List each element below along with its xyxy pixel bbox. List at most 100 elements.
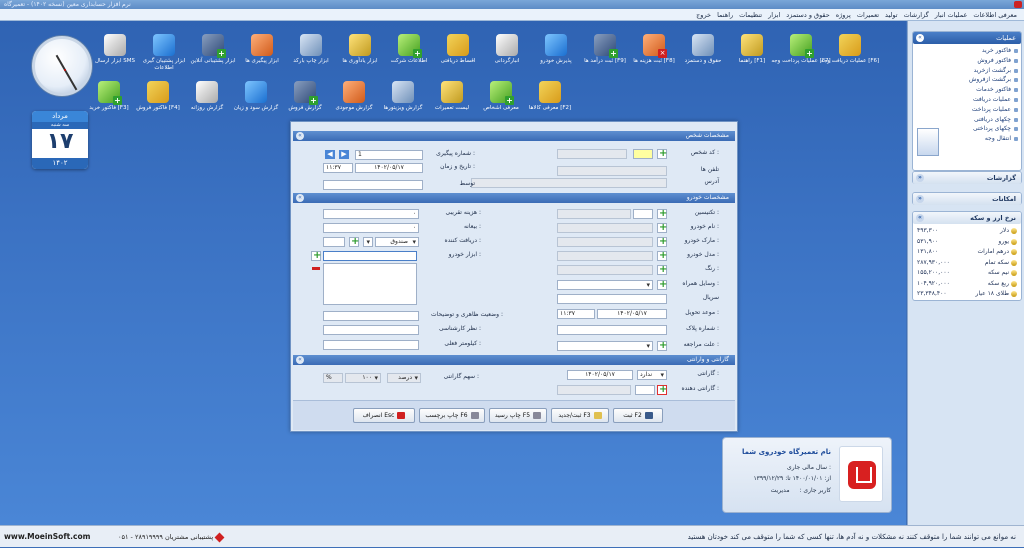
add-reason-button[interactable]: [657, 340, 667, 352]
share-type-dropdown[interactable]: درصد: [387, 373, 421, 383]
add-color-button[interactable]: [657, 264, 667, 276]
save-new-icon: [593, 412, 602, 419]
arrow-left-icon[interactable]: ◀: [325, 150, 335, 159]
delivery-date-input[interactable]: ۱۴۰۲/۰۵/۱۷: [597, 309, 667, 319]
save-new-button[interactable]: ثبت/جدید F3: [551, 408, 609, 423]
serial-input[interactable]: [557, 294, 667, 304]
add-car-name-button[interactable]: [657, 222, 667, 234]
toolbar-button[interactable]: ابزار ارسال SMS: [85, 34, 145, 65]
by-input[interactable]: [323, 180, 423, 190]
print-label-button[interactable]: چاپ برچسب F6: [419, 408, 485, 423]
document-icon: [917, 128, 939, 156]
add-car-brand-button[interactable]: [657, 236, 667, 248]
collapse-icon[interactable]: «: [916, 214, 924, 222]
cancel-button[interactable]: انصراف Esc: [353, 408, 415, 423]
menu-item[interactable]: راهنما: [714, 9, 736, 21]
remove-tool-icon[interactable]: [312, 267, 320, 270]
operation-link[interactable]: برگشت ازخرید: [913, 66, 1021, 76]
warranty-date-input[interactable]: ۱۴۰۲/۰۵/۱۷: [567, 370, 633, 380]
visitors-report-icon: [392, 81, 414, 103]
share-value-input[interactable]: ۱۰۰: [345, 373, 381, 383]
collapse-icon[interactable]: «: [296, 194, 304, 202]
menu-item[interactable]: خروج: [693, 9, 714, 21]
technician-code[interactable]: [633, 209, 653, 219]
tracking-no-input[interactable]: 1: [355, 150, 423, 160]
person-code-field[interactable]: [557, 149, 627, 159]
operation-link[interactable]: فاکتور خرید: [913, 46, 1021, 56]
operation-link[interactable]: فاکتور فروش: [913, 56, 1021, 66]
menu-item[interactable]: تنظیمات: [736, 9, 765, 21]
sms-icon: [104, 34, 126, 56]
expert-opinion-input[interactable]: [323, 325, 419, 335]
expand-icon[interactable]: »: [916, 174, 924, 182]
operation-link[interactable]: چکهای دریافتی: [913, 115, 1021, 125]
menu-item[interactable]: حقوق و دستمزد: [783, 9, 833, 21]
print-receipt-button[interactable]: چاپ رسید F5: [489, 408, 547, 423]
warranty-group-header[interactable]: « گارانتی و وارانتی: [293, 355, 735, 365]
operation-link[interactable]: برگشت ازفروش: [913, 75, 1021, 85]
person-code-input[interactable]: [633, 149, 653, 159]
approx-cost-input[interactable]: ۰: [323, 209, 419, 219]
reports-header[interactable]: » گزارشات: [913, 172, 1021, 184]
reason-dropdown[interactable]: [557, 341, 653, 351]
coin-icon: [1011, 280, 1017, 287]
add-tool-button[interactable]: [311, 250, 321, 262]
menu-item[interactable]: ابزار: [765, 9, 783, 21]
expand-icon[interactable]: »: [916, 195, 924, 203]
car-tools-input[interactable]: [323, 251, 417, 261]
operation-link[interactable]: عملیات دریافت: [913, 95, 1021, 105]
coin-icon: [1011, 291, 1017, 298]
delivery-time-input[interactable]: ۱۱:۳۷: [557, 309, 595, 319]
car-tools-list[interactable]: [323, 263, 417, 305]
features-header[interactable]: » امکانات: [913, 193, 1021, 205]
car-group-header[interactable]: « مشخصات خودرو: [293, 193, 735, 203]
calendar-year: ۱۴۰۲: [32, 158, 88, 169]
menu-item[interactable]: پروژه: [833, 9, 854, 21]
collapse-icon[interactable]: «: [296, 132, 304, 140]
receiver-code[interactable]: [323, 237, 345, 247]
operation-link[interactable]: فاکتور خدمات: [913, 85, 1021, 95]
car-tools-label: ابزار خودرو :: [448, 251, 481, 258]
odometer-input[interactable]: [323, 340, 419, 350]
menu-item[interactable]: معرفی اطلاعات: [970, 9, 1020, 21]
deposit-input[interactable]: ۰: [323, 223, 419, 233]
rate-value: ۱۳۱,۸۰۰: [917, 248, 939, 255]
receiver-type-dropdown[interactable]: [363, 237, 373, 247]
add-person-button[interactable]: [657, 148, 667, 160]
add-accessory-button[interactable]: [657, 279, 667, 291]
accessories-dropdown[interactable]: [557, 280, 653, 290]
menu-item[interactable]: تعمیرات: [854, 9, 882, 21]
add-car-model-button[interactable]: [657, 250, 667, 262]
backup-icon: [153, 34, 175, 56]
toolbar-button[interactable]: + فاکتور خرید [F3]: [79, 81, 139, 112]
add-warranty-giver-button[interactable]: [657, 384, 667, 396]
menu-item[interactable]: تولید: [882, 9, 901, 21]
date-input[interactable]: ۱۴۰۲/۰۵/۱۷: [355, 163, 423, 173]
arrow-right-icon[interactable]: ▶: [339, 150, 349, 159]
menu-item[interactable]: گزارشات: [901, 9, 932, 21]
website-link[interactable]: www.MoeinSoft.com: [4, 526, 90, 548]
time-input[interactable]: ۱۱:۳۷: [323, 163, 353, 173]
daily-report-icon: [196, 81, 218, 103]
add-technician-button[interactable]: [657, 208, 667, 220]
operations-header[interactable]: « عملیات: [913, 32, 1021, 44]
reports-title: گزارشات: [986, 174, 1016, 182]
appearance-input[interactable]: [323, 311, 419, 321]
collapse-icon[interactable]: «: [296, 356, 304, 364]
add-receiver-button[interactable]: [349, 236, 359, 248]
collapse-icon[interactable]: «: [916, 34, 924, 42]
payroll-icon: [692, 34, 714, 56]
operation-link[interactable]: عملیات پرداخت: [913, 105, 1021, 115]
receiver-dropdown[interactable]: صندوق: [375, 237, 419, 247]
person-group-header[interactable]: « مشخصات شخص: [293, 131, 735, 141]
receiver-label: دریافت کننده :: [444, 237, 481, 244]
app-logo-icon[interactable]: [1014, 1, 1022, 8]
rates-header[interactable]: « نرخ ارز و سکه: [913, 212, 1021, 224]
expert-opinion-label: نظر کارشناسی :: [438, 325, 481, 332]
menu-item[interactable]: عملیات انبار: [932, 9, 971, 21]
save-button[interactable]: ثبت F2: [613, 408, 663, 423]
warranty-dropdown[interactable]: ندارد: [637, 370, 667, 380]
address-label: آدرس: [704, 178, 719, 185]
plate-input[interactable]: [557, 325, 667, 335]
warranty-giver-code[interactable]: [635, 385, 655, 395]
